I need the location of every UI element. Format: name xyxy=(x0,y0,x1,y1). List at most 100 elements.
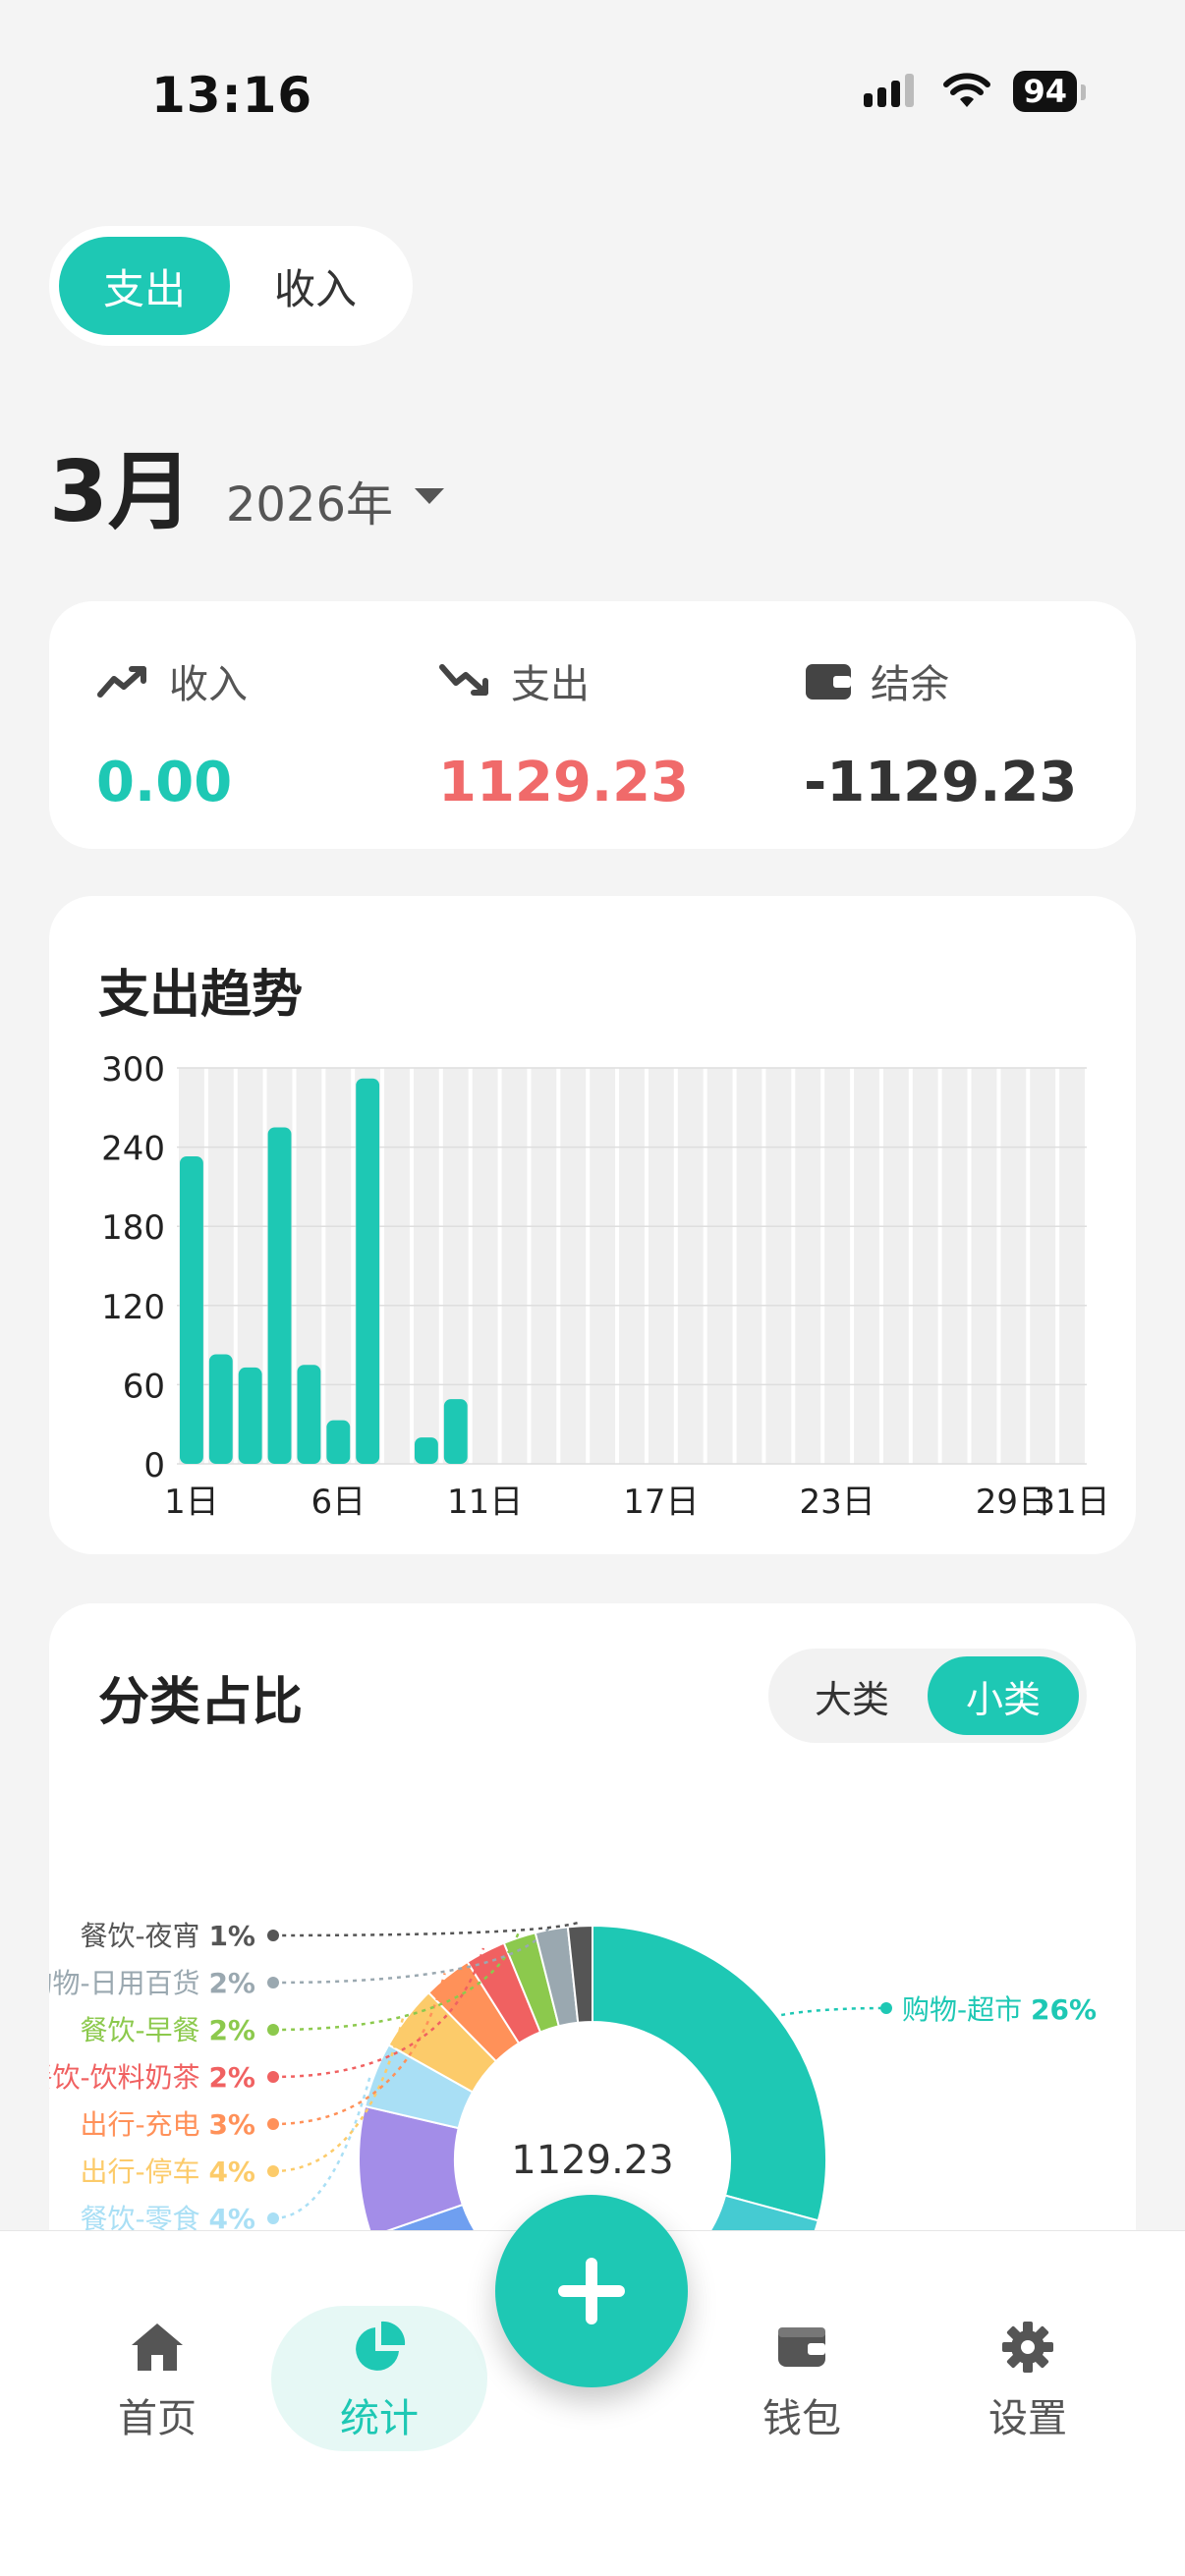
leader-dot xyxy=(267,2071,279,2083)
nav-settings[interactable]: 设置 xyxy=(930,2320,1126,2443)
status-bar: 13:16 94 xyxy=(0,0,1185,177)
slice-percent: 1% xyxy=(208,1920,255,1952)
donut-center-value: 1129.23 xyxy=(511,2138,673,2183)
type-income-button[interactable]: 收入 xyxy=(230,237,401,335)
y-tick-label: 180 xyxy=(101,1208,165,1248)
bar xyxy=(443,1399,468,1464)
slice-percent: 2% xyxy=(208,2014,255,2046)
slice-label: 餐饮-饮料奶茶 2% xyxy=(49,2061,255,2094)
bar xyxy=(180,1156,203,1464)
slice-percent: 3% xyxy=(208,2108,255,2141)
nav-settings-label: 设置 xyxy=(988,2396,1067,2441)
slice-percent: 4% xyxy=(208,2156,255,2188)
donut-legend-label: 餐饮-零食 4% xyxy=(80,2073,372,2235)
year-label: 2026年 xyxy=(225,477,394,532)
leader-dot xyxy=(267,2118,279,2130)
slice-label: 出行-停车 4% xyxy=(80,2156,255,2188)
pie-chart-icon xyxy=(356,2321,406,2371)
y-tick-label: 120 xyxy=(101,1288,165,1327)
slice-percent: 2% xyxy=(208,2061,255,2094)
y-tick-label: 300 xyxy=(101,1050,165,1090)
nav-home[interactable]: 首页 xyxy=(59,2320,255,2443)
leader-dot xyxy=(267,2212,279,2224)
bar-background xyxy=(648,1068,674,1464)
slice-label: 餐饮-早餐 2% xyxy=(80,2014,255,2046)
nav-home-label: 首页 xyxy=(118,2396,197,2441)
bar-background xyxy=(736,1068,762,1464)
bar-background xyxy=(706,1068,733,1464)
nav-wallet[interactable]: 钱包 xyxy=(704,2320,900,2443)
slice-label: 购物-日用百货 2% xyxy=(49,1967,255,1999)
year-selector[interactable]: 2026年 xyxy=(225,466,445,534)
bar-background xyxy=(619,1068,645,1464)
month-title: 3月 xyxy=(49,443,193,541)
leader-dot xyxy=(267,2024,279,2036)
bar-background xyxy=(472,1068,498,1464)
income-summary: 收入 0.00 xyxy=(96,652,248,814)
expense-summary: 支出 1129.23 xyxy=(438,652,689,814)
x-tick-label: 23日 xyxy=(799,1483,875,1522)
bar-background xyxy=(882,1068,909,1464)
bar-background xyxy=(560,1068,587,1464)
slice-percent: 2% xyxy=(208,1967,255,1999)
bar-background xyxy=(824,1068,851,1464)
nav-stats[interactable]: 统计 xyxy=(281,2320,478,2443)
x-tick-label: 6日 xyxy=(310,1483,366,1522)
leader-line xyxy=(272,2073,372,2220)
wifi-icon xyxy=(943,73,991,107)
leader-dot xyxy=(880,2002,892,2014)
type-toggle: 支出 收入 xyxy=(49,226,413,346)
nav-stats-label: 统计 xyxy=(340,2396,419,2441)
bar-background xyxy=(941,1068,968,1464)
wallet-icon xyxy=(806,664,851,700)
period-header: 3月 2026年 xyxy=(49,422,445,545)
slice-label: 餐饮-夜宵 1% xyxy=(80,1920,255,1952)
bar-background xyxy=(971,1068,997,1464)
bar xyxy=(326,1420,351,1464)
signal-icon xyxy=(864,74,915,107)
bar-background xyxy=(1059,1068,1085,1464)
trend-card: 支出趋势 0 60 120 180 240 300 1日 6日 11日 17日 23日 29日 31日 xyxy=(49,896,1136,1554)
balance-summary: 结余 -1129.23 xyxy=(804,652,1077,814)
balance-value: -1129.23 xyxy=(804,751,1078,814)
summary-card: 收入 0.00 支出 1129.23 结余 -1129.23 xyxy=(49,601,1136,849)
battery-indicator: 94 xyxy=(1013,71,1086,112)
add-record-button[interactable] xyxy=(495,2195,688,2387)
expense-label: 支出 xyxy=(511,662,590,707)
expense-value: 1129.23 xyxy=(438,751,690,814)
y-tick-label: 240 xyxy=(101,1130,165,1169)
leader-dot xyxy=(267,1977,279,1988)
bar-background xyxy=(677,1068,704,1464)
wallet-icon xyxy=(778,2327,825,2367)
type-expense-button[interactable]: 支出 xyxy=(59,237,230,335)
bar-background xyxy=(384,1068,410,1464)
bar-background xyxy=(325,1068,352,1464)
x-tick-label: 17日 xyxy=(623,1483,699,1522)
bar-background xyxy=(765,1068,792,1464)
income-label: 收入 xyxy=(169,662,248,707)
bar-background xyxy=(854,1068,879,1464)
x-tick-label: 31日 xyxy=(1034,1483,1109,1522)
bar xyxy=(208,1354,233,1464)
leader-dot xyxy=(267,2165,279,2177)
bar-background xyxy=(795,1068,821,1464)
y-tick-label: 60 xyxy=(123,1367,165,1406)
trend-chart: 0601201802403001日 6日 11日 17日 23日 29日31日 xyxy=(101,1050,1110,1522)
caret-down-icon xyxy=(415,488,445,504)
bar xyxy=(238,1367,262,1464)
leader-line xyxy=(780,2006,887,2017)
bar-background xyxy=(912,1068,938,1464)
slice-label: 出行-充电 3% xyxy=(80,2108,255,2141)
status-icons: 94 xyxy=(862,71,1086,112)
bar xyxy=(297,1365,321,1464)
nav-wallet-label: 钱包 xyxy=(762,2396,841,2441)
bar-background xyxy=(1000,1068,1027,1464)
gear-icon xyxy=(1002,2322,1053,2373)
slice-label: 购物-超市 26% xyxy=(902,1993,1097,2026)
bar-background xyxy=(413,1068,439,1464)
donut-legend-label: 购物-超市 26% xyxy=(780,1993,1097,2026)
bar xyxy=(267,1127,292,1464)
bar xyxy=(356,1078,380,1464)
x-tick-label: 1日 xyxy=(164,1483,219,1522)
trend-down-icon xyxy=(439,664,488,696)
